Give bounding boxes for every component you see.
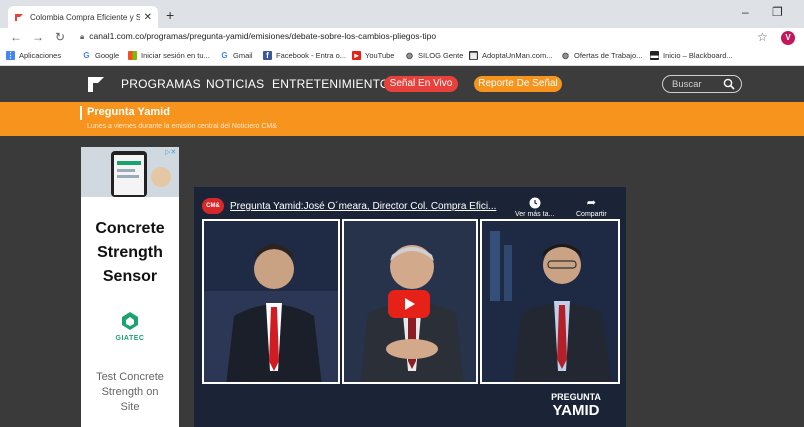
watch-later-button[interactable]: Ver más ta... (515, 197, 554, 218)
program-logo-bottom: YAMID (552, 402, 600, 419)
blackboard-icon: ▬ (650, 51, 659, 60)
ad-title-line: Strength (97, 244, 163, 261)
bookmark-label: AdoptaUnMan.com... (482, 51, 553, 60)
play-button-icon[interactable] (388, 290, 430, 318)
canal1-logo-icon[interactable] (86, 74, 106, 94)
apps-icon: ⋮ (6, 51, 15, 60)
nav-programas[interactable]: PROGRAMAS (121, 77, 201, 91)
youtube-icon: ▸ (352, 51, 361, 60)
minimize-icon[interactable]: – (742, 5, 749, 19)
ad-title: Concrete Strength Sensor (81, 217, 179, 289)
program-banner: Pregunta Yamid Lunes a viernes durante l… (0, 102, 804, 136)
program-schedule: Lunes a viernes durante la emisión centr… (87, 123, 277, 130)
bookmark-google[interactable]: G Google (82, 51, 119, 60)
ad-cta-line: Site (120, 401, 140, 413)
bookmark-gmail[interactable]: G Gmail (220, 51, 253, 60)
advertisement[interactable]: ▷✕ Concrete Strength Sensor GIATEC Test … (81, 147, 179, 427)
ad-cta-line: Test Concrete (96, 371, 164, 383)
adchoices-icon[interactable]: ▷✕ (165, 148, 176, 156)
new-tab-icon[interactable]: + (166, 7, 174, 23)
program-logo: PREGUNTA YAMID (540, 391, 612, 427)
bookmark-youtube[interactable]: ▸ YouTube (352, 51, 394, 60)
address-bar: ← → ↻ 🔒︎ canal1.com.co/programas/pregunta… (0, 28, 804, 48)
globe-icon: ◍ (406, 51, 413, 60)
bookmark-apps[interactable]: ⋮ Aplicaciones (6, 51, 61, 60)
back-icon[interactable]: ← (10, 30, 22, 44)
banner-accent-bar (80, 106, 82, 120)
nav-entretenimiento[interactable]: ENTRETENIMIENTO (272, 77, 389, 91)
restore-icon[interactable]: ❐ (772, 5, 783, 19)
ad-brand: GIATEC (115, 335, 145, 342)
site-navigation: PROGRAMAS NOTICIAS ENTRETENIMIENTO Señal… (0, 66, 804, 102)
bookmark-label: Aplicaciones (19, 51, 62, 60)
browser-tab-bar: Colombia Compra Eficiente y Se… ✕ + – ❐ (0, 0, 804, 28)
bookmark-microsoft[interactable]: Iniciar sesión en tu... (128, 51, 210, 60)
bookmark-label: Gmail (233, 51, 253, 60)
share-icon: ➦ (586, 197, 596, 209)
watch-later-label: Ver más ta... (515, 211, 555, 218)
bookmarks-bar: ⋮ Aplicaciones G Google Iniciar sesión en … (0, 48, 804, 66)
ad-cta-line: Strength on (101, 386, 159, 398)
program-title: Pregunta Yamid (87, 106, 170, 118)
bookmark-label: Facebook - Entra o... (276, 51, 347, 60)
url-text: canal1.com.co/programas/pregunta-yamid/e… (89, 31, 437, 41)
google-icon: G (221, 51, 228, 60)
search-input[interactable]: Buscar (662, 75, 742, 93)
google-icon: G (83, 51, 90, 60)
search-placeholder: Buscar (672, 79, 702, 90)
tab-title: Colombia Compra Eficiente y Se… (30, 12, 140, 22)
forward-icon[interactable]: → (32, 30, 44, 44)
live-signal-button[interactable]: Señal En Vivo (384, 76, 458, 92)
url-field[interactable]: 🔒︎ canal1.com.co/programas/pregunta-yamid… (80, 31, 436, 42)
bookmark-facebook[interactable]: f Facebook - Entra o... (263, 51, 346, 60)
bookmark-star-icon[interactable]: ☆ (757, 30, 768, 44)
ad-title-line: Concrete (95, 220, 165, 237)
share-label: Compartir (576, 211, 607, 218)
video-title[interactable]: Pregunta Yamid:José O´meara, Director Co… (230, 201, 496, 212)
profile-avatar[interactable]: V (781, 31, 795, 45)
nav-noticias[interactable]: NOTICIAS (206, 77, 264, 91)
video-panel-left (202, 219, 340, 384)
facebook-icon: f (263, 51, 272, 60)
close-tab-icon[interactable]: ✕ (144, 12, 152, 23)
channel-badge[interactable]: CM& (202, 198, 224, 214)
youtube-video-player[interactable]: CM& Pregunta Yamid:José O´meara, Directo… (194, 187, 626, 427)
bookmark-silog[interactable]: ◍ SILOG Gente (405, 51, 463, 60)
share-button[interactable]: ➦ Compartir (576, 197, 607, 218)
microsoft-icon (128, 51, 137, 60)
bookmark-label: YouTube (365, 51, 395, 60)
browser-tab[interactable]: Colombia Compra Eficiente y Se… ✕ (8, 6, 158, 28)
lock-icon: 🔒︎ (80, 32, 85, 41)
adopta-icon: ▦ (469, 51, 478, 60)
bookmark-blackboard[interactable]: ▬ Inicio – Blackboard... (650, 51, 733, 60)
bookmark-ofertas[interactable]: ◍ Ofertas de Trabajo... (561, 51, 642, 60)
search-icon[interactable] (723, 78, 735, 90)
giatec-logo-icon (122, 312, 138, 330)
bookmark-label: Iniciar sesión en tu... (141, 51, 210, 60)
bookmark-adopta[interactable]: ▦ AdoptaUnMan.com... (469, 51, 552, 60)
bookmark-label: Inicio – Blackboard... (663, 51, 733, 60)
report-signal-button[interactable]: Reporte De Señal (474, 76, 562, 92)
bookmark-label: Ofertas de Trabajo... (574, 51, 643, 60)
clock-icon (529, 197, 541, 209)
globe-icon: ◍ (562, 51, 569, 60)
reload-icon[interactable]: ↻ (55, 30, 65, 44)
canal1-favicon-icon (15, 14, 23, 21)
video-panel-right (480, 219, 620, 384)
bookmark-label: SILOG Gente (418, 51, 464, 60)
ad-title-line: Sensor (102, 268, 158, 285)
bookmark-label: Google (95, 51, 120, 60)
ad-cta: Test Concrete Strength on Site (81, 370, 179, 415)
